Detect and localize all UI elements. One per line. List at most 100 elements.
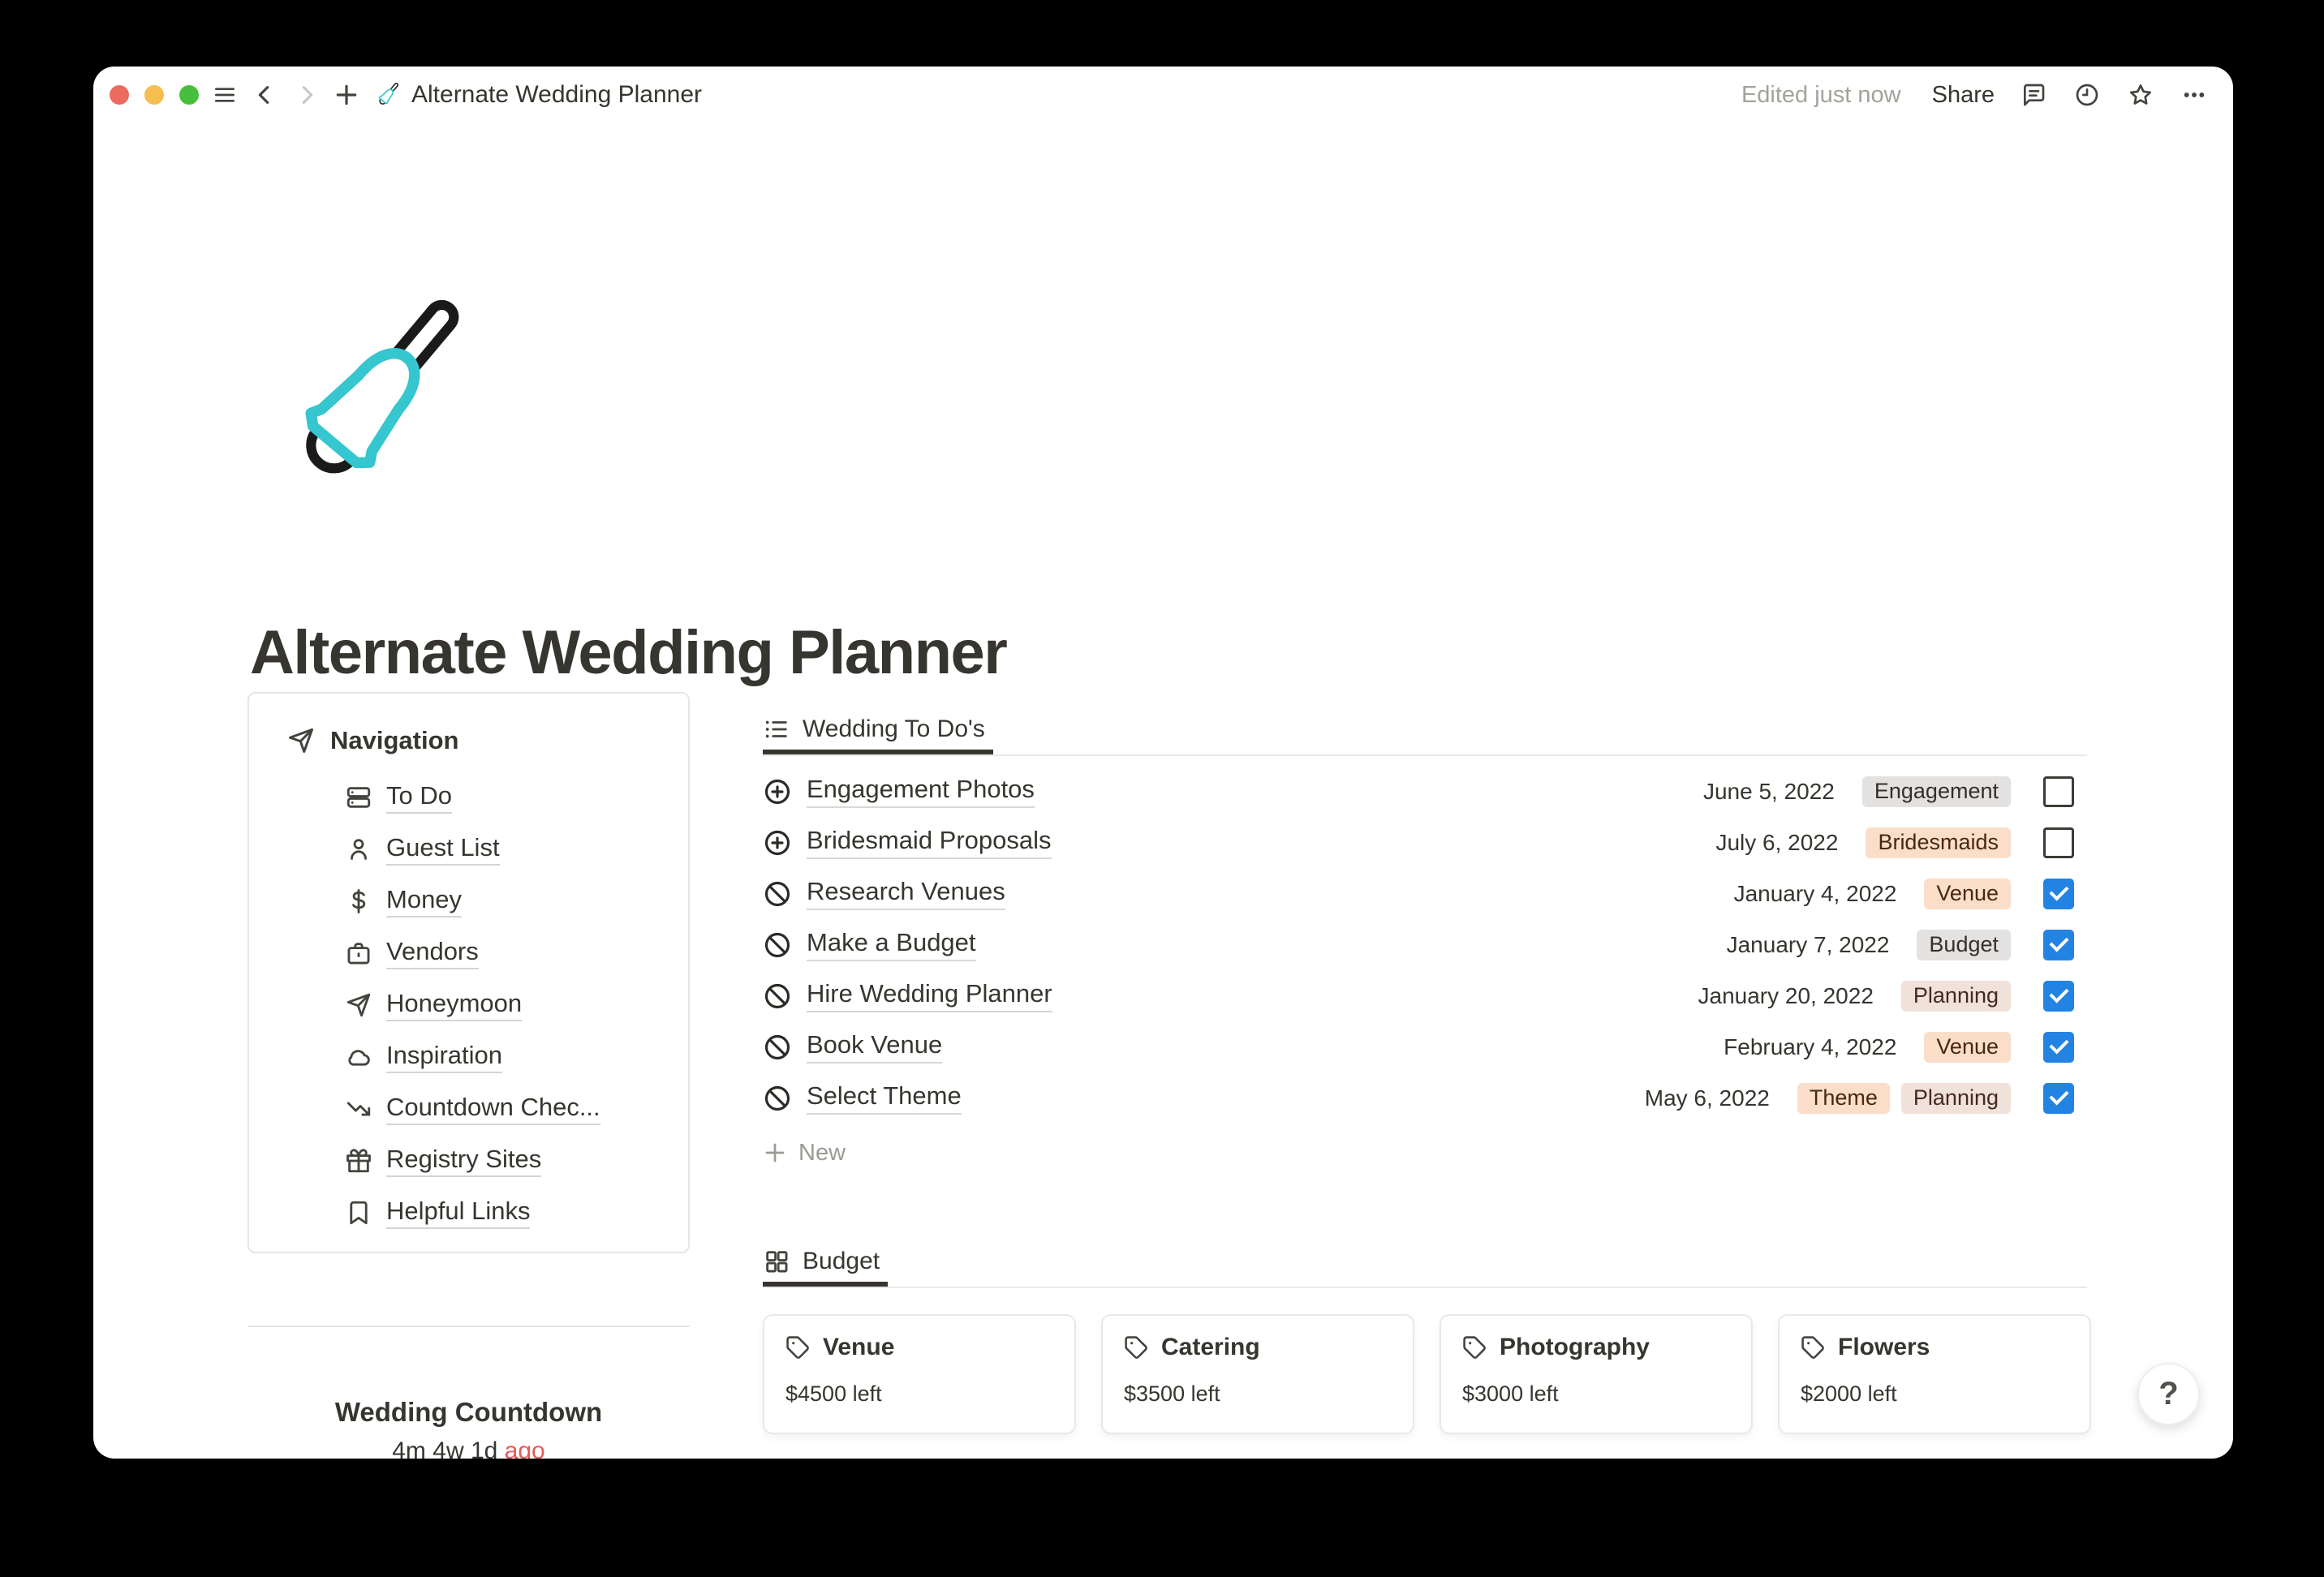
minimize-window-button[interactable] bbox=[144, 85, 164, 105]
budget-card-flowers[interactable]: Flowers $2000 left bbox=[1778, 1314, 2091, 1434]
back-button[interactable] bbox=[251, 80, 280, 110]
help-button[interactable]: ? bbox=[2137, 1363, 2200, 1425]
new-todo-button[interactable]: New bbox=[763, 1130, 2087, 1175]
todo-title[interactable]: Bridesmaid Proposals bbox=[807, 826, 1052, 859]
new-tab-button[interactable] bbox=[332, 80, 361, 110]
budget-card-venue[interactable]: Venue $4500 left bbox=[763, 1314, 1076, 1434]
nav-item-label[interactable]: Money bbox=[386, 885, 463, 918]
todo-title[interactable]: Research Venues bbox=[807, 877, 1005, 910]
share-button[interactable]: Share bbox=[1932, 82, 1995, 109]
ban-icon bbox=[764, 983, 790, 1008]
todo-date[interactable]: July 6, 2022 bbox=[1715, 830, 1838, 856]
history-button[interactable] bbox=[2072, 80, 2102, 110]
table-row[interactable]: Engagement Photos June 5, 2022 Engagemen… bbox=[763, 766, 2087, 817]
tab-wedding-todos[interactable]: Wedding To Do's bbox=[763, 704, 993, 754]
todo-date[interactable]: June 5, 2022 bbox=[1703, 779, 1835, 805]
sidebar-item-inspiration[interactable]: Countdown Chec... Inspiration bbox=[345, 1031, 688, 1083]
table-row[interactable]: Hire Wedding Planner January 20, 2022 Pl… bbox=[763, 970, 2087, 1021]
sidebar-item-countdown-checklist[interactable]: Countdown Chec... bbox=[345, 1083, 688, 1135]
traffic-lights bbox=[110, 85, 199, 105]
budget-card-catering[interactable]: Catering $3500 left bbox=[1101, 1314, 1414, 1434]
titlebar: Alternate Wedding Planner Edited just no… bbox=[93, 67, 2233, 123]
cloud-icon bbox=[348, 1050, 370, 1066]
close-window-button[interactable] bbox=[110, 85, 129, 105]
todo-checkbox[interactable] bbox=[2043, 827, 2074, 858]
todo-tag[interactable]: Theme bbox=[1797, 1082, 1890, 1114]
todo-checkbox[interactable] bbox=[2043, 980, 2074, 1012]
todo-title[interactable]: Engagement Photos bbox=[807, 775, 1035, 808]
budget-cards: Venue $4500 left Catering $3500 left Pho… bbox=[763, 1314, 2091, 1434]
breadcrumb[interactable]: Alternate Wedding Planner bbox=[374, 81, 702, 109]
todo-tag[interactable]: Planning bbox=[1900, 980, 2011, 1012]
page-title: Alternate Wedding Planner bbox=[250, 617, 1008, 687]
ban-icon bbox=[764, 1085, 790, 1111]
bell-page-cover-icon[interactable] bbox=[265, 287, 484, 506]
todo-tag[interactable]: Planning bbox=[1900, 1082, 2011, 1114]
table-row[interactable]: Book Venue February 4, 2022 Venue bbox=[763, 1021, 2087, 1072]
todo-title[interactable]: Hire Wedding Planner bbox=[807, 979, 1052, 1012]
navigation-header: Navigation bbox=[286, 720, 688, 762]
chevron-left-icon bbox=[258, 86, 269, 104]
todo-tag[interactable]: Engagement bbox=[1861, 776, 2011, 807]
table-row[interactable]: Bridesmaid Proposals July 6, 2022 Brides… bbox=[763, 817, 2087, 868]
tag-icon bbox=[1801, 1335, 1824, 1359]
countdown-value: 4m 4w 1d ago bbox=[215, 1437, 722, 1459]
countdown-duration: 4m 4w 1d bbox=[392, 1437, 498, 1459]
more-options-button[interactable] bbox=[2180, 80, 2209, 110]
list-view-icon bbox=[765, 720, 787, 738]
nav-item-label[interactable]: Countdown Chec... bbox=[386, 1093, 600, 1126]
sidebar-item-vendors[interactable]: Vendors bbox=[345, 927, 688, 979]
nav-item-label[interactable]: Registry Sites bbox=[386, 1145, 542, 1178]
table-row[interactable]: Research Venues January 4, 2022 Venue bbox=[763, 868, 2087, 919]
sidebar-item-registry-sites[interactable]: Registry Sites bbox=[345, 1135, 688, 1187]
todo-tag[interactable]: Bridesmaids bbox=[1866, 827, 2011, 858]
chevron-right-icon bbox=[302, 86, 313, 104]
sidebar-menu-button[interactable] bbox=[210, 80, 239, 110]
sidebar-item-honeymoon[interactable]: Honeymoon bbox=[345, 979, 688, 1031]
budget-view-tabs: Budget bbox=[763, 1236, 2087, 1288]
comment-icon bbox=[2024, 84, 2045, 106]
todo-checkbox[interactable] bbox=[2043, 776, 2074, 807]
app-window: Alternate Wedding Planner Edited just no… bbox=[93, 67, 2233, 1459]
budget-card-photography[interactable]: Photography $3000 left bbox=[1440, 1314, 1753, 1434]
sidebar-item-to-do[interactable]: To Do bbox=[345, 771, 688, 823]
sidebar-item-money[interactable]: Money bbox=[345, 875, 688, 927]
favorite-button[interactable] bbox=[2126, 80, 2155, 110]
todo-checkbox[interactable] bbox=[2043, 929, 2074, 960]
todo-date[interactable]: May 6, 2022 bbox=[1645, 1085, 1770, 1111]
sidebar-item-helpful-links[interactable]: Helpful Links bbox=[345, 1187, 688, 1239]
todo-date[interactable]: February 4, 2022 bbox=[1724, 1034, 1896, 1060]
todo-date[interactable]: January 20, 2022 bbox=[1698, 983, 1874, 1009]
status-icon bbox=[763, 930, 792, 960]
tab-label: Wedding To Do's bbox=[803, 715, 985, 742]
todo-tag[interactable]: Budget bbox=[1917, 929, 2011, 960]
todo-tag[interactable]: Venue bbox=[1924, 878, 2011, 909]
nav-item-label[interactable]: To Do bbox=[386, 781, 452, 814]
todo-checkbox[interactable] bbox=[2043, 1082, 2074, 1114]
nav-item-label[interactable]: Inspiration bbox=[386, 1041, 503, 1074]
zoom-window-button[interactable] bbox=[179, 85, 199, 105]
nav-item-label[interactable]: Honeymoon bbox=[386, 989, 523, 1022]
todo-tag[interactable]: Venue bbox=[1924, 1031, 2011, 1063]
nav-item-label[interactable]: Vendors bbox=[386, 937, 479, 970]
plus-icon bbox=[336, 84, 357, 105]
todo-title[interactable]: Book Venue bbox=[807, 1030, 943, 1064]
tab-budget[interactable]: Budget bbox=[763, 1236, 888, 1287]
paper-plane-icon bbox=[346, 993, 371, 1017]
comments-button[interactable] bbox=[2019, 80, 2048, 110]
clock-icon bbox=[2076, 84, 2098, 106]
sidebar-item-guest-list[interactable]: Guest List bbox=[345, 823, 688, 875]
star-icon bbox=[2129, 84, 2152, 105]
table-row[interactable]: Make a Budget January 7, 2022 Budget bbox=[763, 919, 2087, 970]
todo-checkbox[interactable] bbox=[2043, 878, 2074, 909]
todo-checkbox[interactable] bbox=[2043, 1031, 2074, 1063]
table-row[interactable]: Select Theme May 6, 2022 Theme Planning bbox=[763, 1072, 2087, 1124]
todo-title[interactable]: Select Theme bbox=[807, 1081, 962, 1115]
nav-item-label[interactable]: Guest List bbox=[386, 833, 500, 866]
nav-item-label[interactable]: Helpful Links bbox=[386, 1197, 531, 1230]
todo-title[interactable]: Make a Budget bbox=[807, 928, 976, 961]
forward-button[interactable] bbox=[291, 80, 321, 110]
todo-date[interactable]: January 4, 2022 bbox=[1734, 881, 1897, 907]
status-icon bbox=[763, 1033, 792, 1062]
todo-date[interactable]: January 7, 2022 bbox=[1727, 932, 1890, 958]
